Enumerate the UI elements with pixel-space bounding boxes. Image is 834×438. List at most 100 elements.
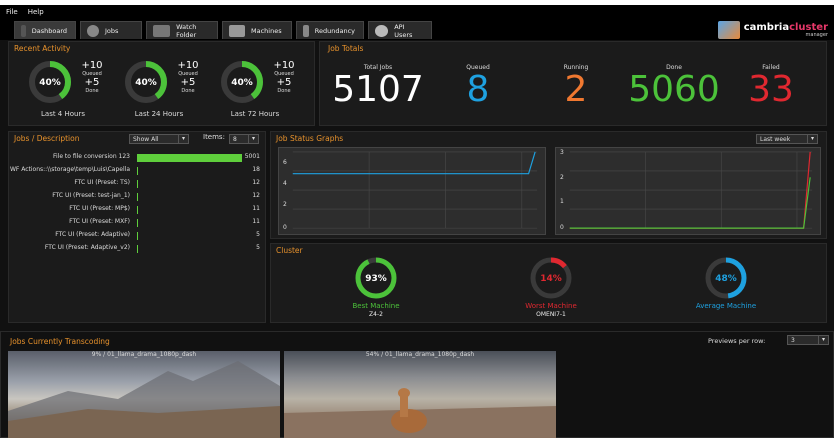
job-row-count: 5001 [244, 153, 260, 160]
tab-machines[interactable]: Machines [222, 21, 292, 39]
job-row-label: File to file conversion 123 [52, 153, 130, 160]
filter-value: Show All [133, 135, 159, 143]
menu-help[interactable]: Help [28, 8, 44, 16]
total-jobs-value: 5107 [332, 69, 424, 110]
best-machine-name: Z4-2 [369, 311, 383, 318]
preview-title: 9% / 01_llama_drama_1080p_dash [91, 351, 197, 358]
activity-done-label: Done [277, 88, 291, 94]
job-row[interactable]: FTC UI (Preset: MXF) 11 [6, 218, 264, 229]
activity-done-label: Done [181, 88, 195, 94]
tab-label: Machines [251, 26, 282, 35]
folder-icon [153, 24, 171, 37]
job-row-count: 11 [252, 218, 260, 225]
tab-jobs[interactable]: Jobs [80, 21, 142, 39]
activity-done-label: Done [85, 88, 99, 94]
job-row[interactable]: WF Actions::\\storage\temp\Luis\Capella … [6, 166, 264, 177]
job-row[interactable]: FTC UI (Preset: test-jan_1) 12 [6, 192, 264, 203]
y-tick: 4 [283, 180, 287, 187]
tab-redundancy[interactable]: Redundancy [296, 21, 364, 39]
tab-bar: Dashboard Jobs Watch Folder Machines Red… [0, 19, 834, 40]
chevron-down-icon: ▾ [248, 135, 258, 143]
job-totals-title: Job Totals [328, 44, 364, 53]
job-row[interactable]: FTC UI (Preset: TS) 12 [6, 179, 264, 190]
activity-donut: 40% [29, 61, 71, 103]
worst-machine-donut: 14% [530, 257, 572, 299]
chevron-down-icon: ▾ [178, 135, 188, 143]
transcode-preview[interactable]: 9% / 01_llama_drama_1080p_dash [8, 351, 280, 438]
job-row-count: 12 [252, 179, 260, 186]
job-count-bar [137, 154, 242, 162]
menu-bar: File Help [0, 5, 834, 19]
best-machine-label: Best Machine [352, 302, 400, 310]
activity-percent: 40% [135, 78, 157, 88]
tab-watch-folder[interactable]: Watch Folder [146, 21, 218, 39]
tab-dashboard[interactable]: Dashboard [14, 21, 76, 39]
job-row-label: FTC UI (Preset: Adaptive_v2) [44, 244, 130, 251]
logo-icon [717, 21, 740, 39]
job-row[interactable]: FTC UI (Preset: Adaptive_v2) 5 [6, 244, 264, 255]
job-row-count: 5 [256, 231, 260, 238]
failed-value: 33 [748, 69, 794, 110]
queued-value: 8 [466, 69, 490, 110]
best-machine-percent: 93% [365, 274, 387, 284]
y-tick: 6 [283, 159, 287, 166]
activity-percent: 40% [231, 78, 253, 88]
refresh-icon [87, 24, 99, 37]
worst-machine-percent: 14% [540, 274, 562, 284]
previews-label: Previews per row: [708, 337, 766, 345]
range-select[interactable]: Last week ▾ [756, 134, 818, 144]
app-logo: cambriacluster manager [717, 20, 828, 40]
jobs-description-title: Jobs / Description [14, 134, 80, 143]
monitor-icon [229, 24, 245, 37]
logo-brand: cambria [743, 21, 790, 33]
activity-percent: 40% [39, 78, 61, 88]
menu-file[interactable]: File [6, 8, 18, 16]
job-row-label: FTC UI (Preset: Adaptive) [55, 231, 130, 238]
items-label: Items: [203, 133, 225, 141]
y-tick: 2 [283, 201, 287, 208]
job-row[interactable]: FTC UI (Preset: MP$) 11 [6, 205, 264, 216]
status-graph-left [278, 147, 546, 235]
range-value: Last week [760, 135, 791, 143]
job-row[interactable]: FTC UI (Preset: Adaptive) 5 [6, 231, 264, 242]
activity-done-value: +5 [276, 77, 292, 88]
logo-brand-accent: cluster [789, 21, 828, 33]
job-row-label: WF Actions::\\storage\temp\Luis\Capella [9, 166, 130, 173]
average-machine-donut: 48% [705, 257, 747, 299]
recent-activity-title: Recent Activity [14, 44, 71, 53]
tab-api-users[interactable]: API Users [368, 21, 432, 39]
job-row-label: FTC UI (Preset: MP$) [69, 205, 130, 212]
items-value: 8 [233, 135, 237, 143]
done-series-line [569, 177, 811, 229]
activity-period: Last 24 Hours [134, 110, 184, 118]
y-tick: 0 [560, 224, 564, 231]
mountain-scene-image [8, 361, 280, 438]
logo-sub: manager [805, 31, 828, 38]
database-icon [303, 24, 309, 37]
worst-machine-label: Worst Machine [525, 302, 577, 310]
preview-title: 54% / 01_llama_drama_1080p_dash [365, 351, 475, 358]
running-value: 2 [564, 69, 588, 110]
user-icon [375, 24, 389, 37]
tab-label: Jobs [105, 26, 119, 35]
y-tick: 1 [560, 198, 564, 205]
activity-queued-value: +10 [273, 60, 295, 71]
items-select[interactable]: 8 ▾ [229, 134, 259, 144]
transcoding-title: Jobs Currently Transcoding [10, 337, 110, 346]
chevron-down-icon: ▾ [807, 135, 817, 143]
job-row-count: 11 [252, 205, 260, 212]
filter-select[interactable]: Show All ▾ [129, 134, 189, 144]
job-row-label: FTC UI (Preset: MXF) [69, 218, 130, 225]
job-row-count: 12 [252, 192, 260, 199]
activity-queued-value: +10 [81, 60, 103, 71]
job-row[interactable]: File to file conversion 123 5001 [6, 153, 264, 164]
cloud-icon [21, 24, 26, 37]
tab-label: Redundancy [314, 26, 355, 35]
activity-donut: 40% [221, 61, 263, 103]
llama-scene-image [284, 388, 556, 438]
previews-select[interactable]: 3 ▾ [787, 335, 829, 345]
transcode-preview[interactable]: 54% / 01_llama_drama_1080p_dash [284, 351, 556, 438]
job-row-count: 5 [256, 244, 260, 251]
done-value: 5060 [628, 69, 720, 110]
activity-done-value: +5 [180, 77, 196, 88]
